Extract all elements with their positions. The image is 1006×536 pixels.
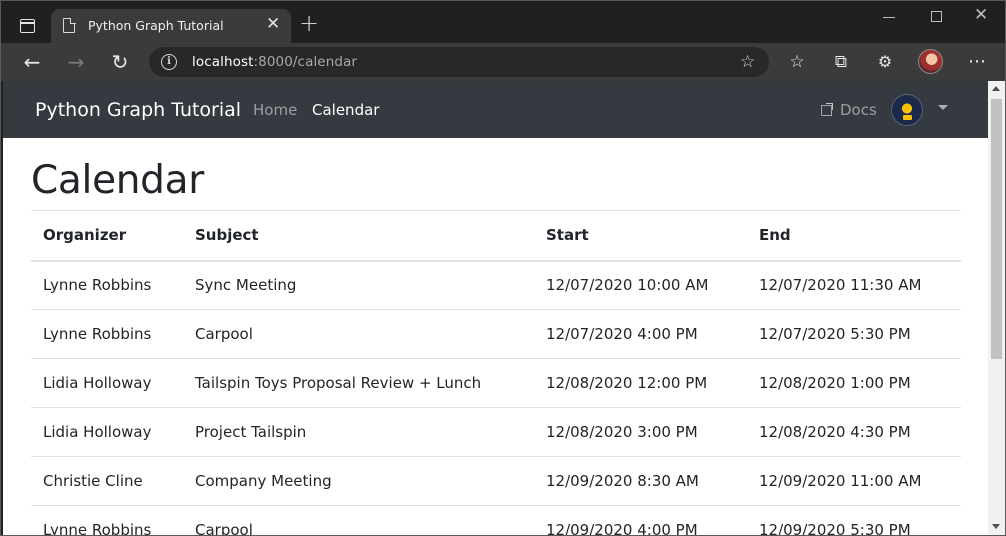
start-cell: 12/07/2020 4:00 PM	[534, 309, 747, 359]
extensions-icon[interactable]: ⚙	[873, 50, 897, 74]
favorites-icon[interactable]: ☆	[785, 50, 809, 74]
scroll-up-icon[interactable]	[992, 86, 1000, 91]
page-icon	[63, 17, 76, 33]
address-bar[interactable]: i localhost:8000/calendar ☆	[149, 47, 769, 77]
minimize-icon[interactable]	[883, 17, 895, 18]
table-row: Christie Cline Company Meeting 12/09/202…	[31, 456, 961, 506]
chevron-down-icon[interactable]	[938, 105, 948, 110]
browser-window: Python Graph Tutorial ✕ + ✕ ← → ↻ i loca…	[0, 0, 1006, 536]
scroll-down-icon[interactable]	[992, 524, 1000, 529]
end-cell: 12/08/2020 1:00 PM	[747, 358, 961, 408]
page-viewport: Python Graph Tutorial Home Calendar Docs…	[3, 81, 988, 535]
subject-cell: Project Tailspin	[183, 407, 534, 457]
start-cell: 12/08/2020 12:00 PM	[534, 358, 747, 408]
table-row: Lidia Holloway Project Tailspin 12/08/20…	[31, 407, 961, 457]
table-row: Lynne Robbins Sync Meeting 12/07/2020 10…	[31, 260, 961, 310]
end-cell: 12/07/2020 5:30 PM	[747, 309, 961, 359]
window-icon[interactable]	[20, 19, 35, 33]
maximize-icon[interactable]	[931, 11, 942, 22]
organizer-cell: Lynne Robbins	[31, 505, 183, 535]
nav-link-calendar[interactable]: Calendar	[312, 101, 379, 119]
subject-cell: Carpool	[183, 309, 534, 359]
start-cell: 12/09/2020 8:30 AM	[534, 456, 747, 506]
external-link-icon	[821, 103, 833, 116]
subject-cell: Carpool	[183, 505, 534, 535]
new-tab-icon[interactable]: +	[299, 11, 319, 35]
forward-arrow-icon[interactable]: →	[64, 50, 88, 74]
end-cell: 12/08/2020 4:30 PM	[747, 407, 961, 457]
end-cell: 12/09/2020 5:30 PM	[747, 505, 961, 535]
organizer-cell: Lynne Robbins	[31, 309, 183, 359]
end-cell: 12/09/2020 11:00 AM	[747, 456, 961, 506]
tab-title: Python Graph Tutorial	[88, 18, 224, 33]
tab-close-icon[interactable]: ✕	[266, 15, 280, 33]
navbar: Python Graph Tutorial Home Calendar Docs	[3, 81, 988, 138]
table-row: Lynne Robbins Carpool 12/07/2020 4:00 PM…	[31, 309, 961, 359]
organizer-cell: Christie Cline	[31, 456, 183, 506]
table-header-row: Organizer Subject Start End	[31, 210, 961, 262]
profile-avatar[interactable]	[918, 49, 943, 74]
window-close-icon[interactable]: ✕	[974, 5, 988, 25]
info-icon[interactable]: i	[161, 54, 177, 70]
add-favorite-icon[interactable]: ☆	[740, 52, 755, 72]
table-row: Lidia Holloway Tailspin Toys Proposal Re…	[31, 358, 961, 408]
end-cell: 12/07/2020 11:30 AM	[747, 260, 961, 310]
column-header: Subject	[183, 210, 534, 262]
browser-tab[interactable]: Python Graph Tutorial ✕	[51, 9, 291, 43]
table-row: Lynne Robbins Carpool 12/09/2020 4:00 PM…	[31, 505, 961, 535]
collections-icon[interactable]: ⧉	[829, 50, 853, 74]
browser-toolbar: ← → ↻ i localhost:8000/calendar ☆ ☆ ⧉ ⚙ …	[1, 43, 1005, 81]
start-cell: 12/08/2020 3:00 PM	[534, 407, 747, 457]
back-arrow-icon[interactable]: ←	[20, 50, 44, 74]
vertical-scrollbar[interactable]	[988, 81, 1005, 535]
tab-strip: Python Graph Tutorial ✕ + ✕	[1, 1, 1005, 43]
user-avatar[interactable]	[891, 94, 923, 126]
more-icon[interactable]: ⋯	[965, 50, 989, 74]
subject-cell: Tailspin Toys Proposal Review + Lunch	[183, 358, 534, 408]
column-header: Organizer	[31, 210, 183, 262]
navbar-brand[interactable]: Python Graph Tutorial	[35, 99, 241, 121]
subject-cell: Company Meeting	[183, 456, 534, 506]
events-table: Organizer Subject Start End Lynne Robbin…	[31, 210, 961, 535]
organizer-cell: Lidia Holloway	[31, 407, 183, 457]
start-cell: 12/09/2020 4:00 PM	[534, 505, 747, 535]
subject-cell: Sync Meeting	[183, 260, 534, 310]
url-text[interactable]: localhost:8000/calendar	[192, 54, 357, 70]
column-header: Start	[534, 210, 747, 262]
docs-link[interactable]: Docs	[840, 101, 877, 119]
column-header: End	[747, 210, 961, 262]
nav-link-home[interactable]: Home	[253, 101, 297, 119]
page-title: Calendar	[31, 158, 204, 203]
organizer-cell: Lynne Robbins	[31, 260, 183, 310]
reload-icon[interactable]: ↻	[108, 50, 132, 74]
scrollbar-thumb[interactable]	[991, 99, 1002, 359]
start-cell: 12/07/2020 10:00 AM	[534, 260, 747, 310]
organizer-cell: Lidia Holloway	[31, 358, 183, 408]
